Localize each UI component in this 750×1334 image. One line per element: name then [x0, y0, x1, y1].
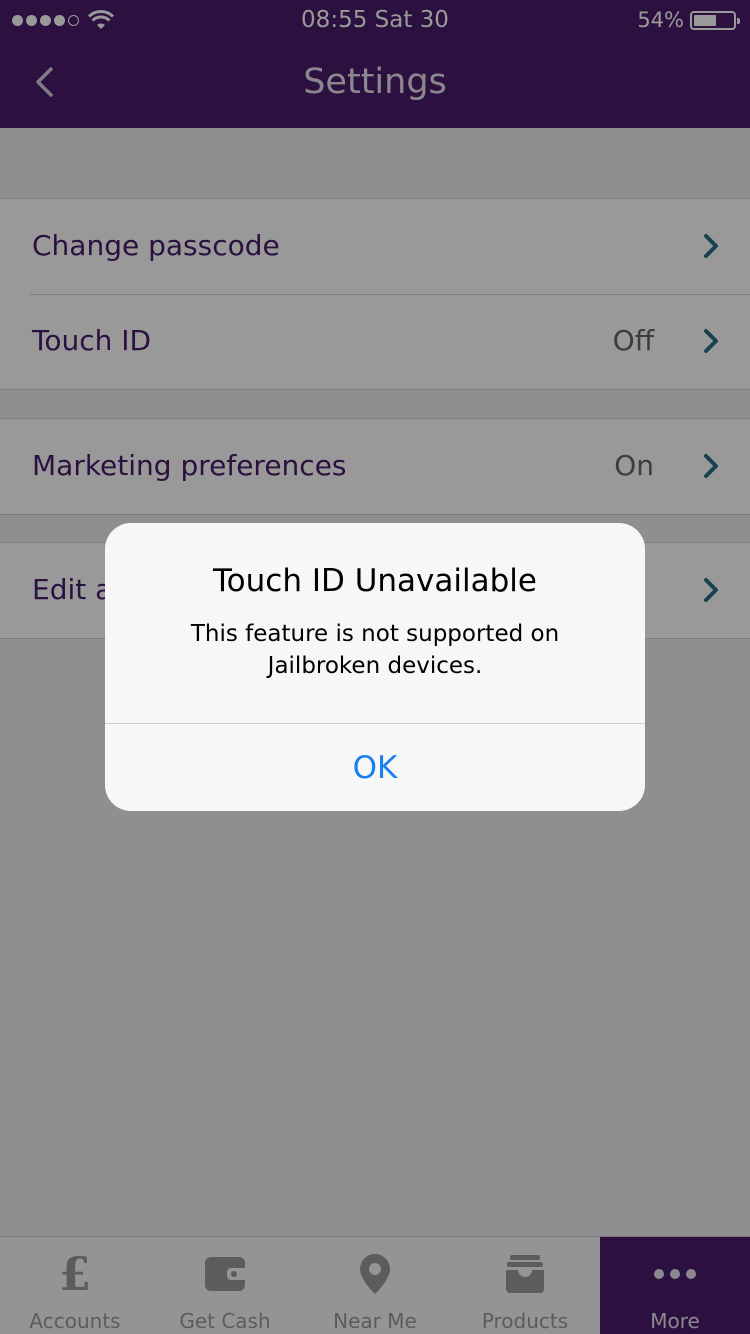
alert-message: This feature is not supported on Jailbro…: [190, 621, 560, 679]
touch-id-alert-dialog: Touch ID Unavailable This feature is not…: [105, 523, 645, 811]
alert-ok-button[interactable]: OK: [105, 724, 645, 811]
alert-title: Touch ID Unavailable: [213, 563, 537, 599]
